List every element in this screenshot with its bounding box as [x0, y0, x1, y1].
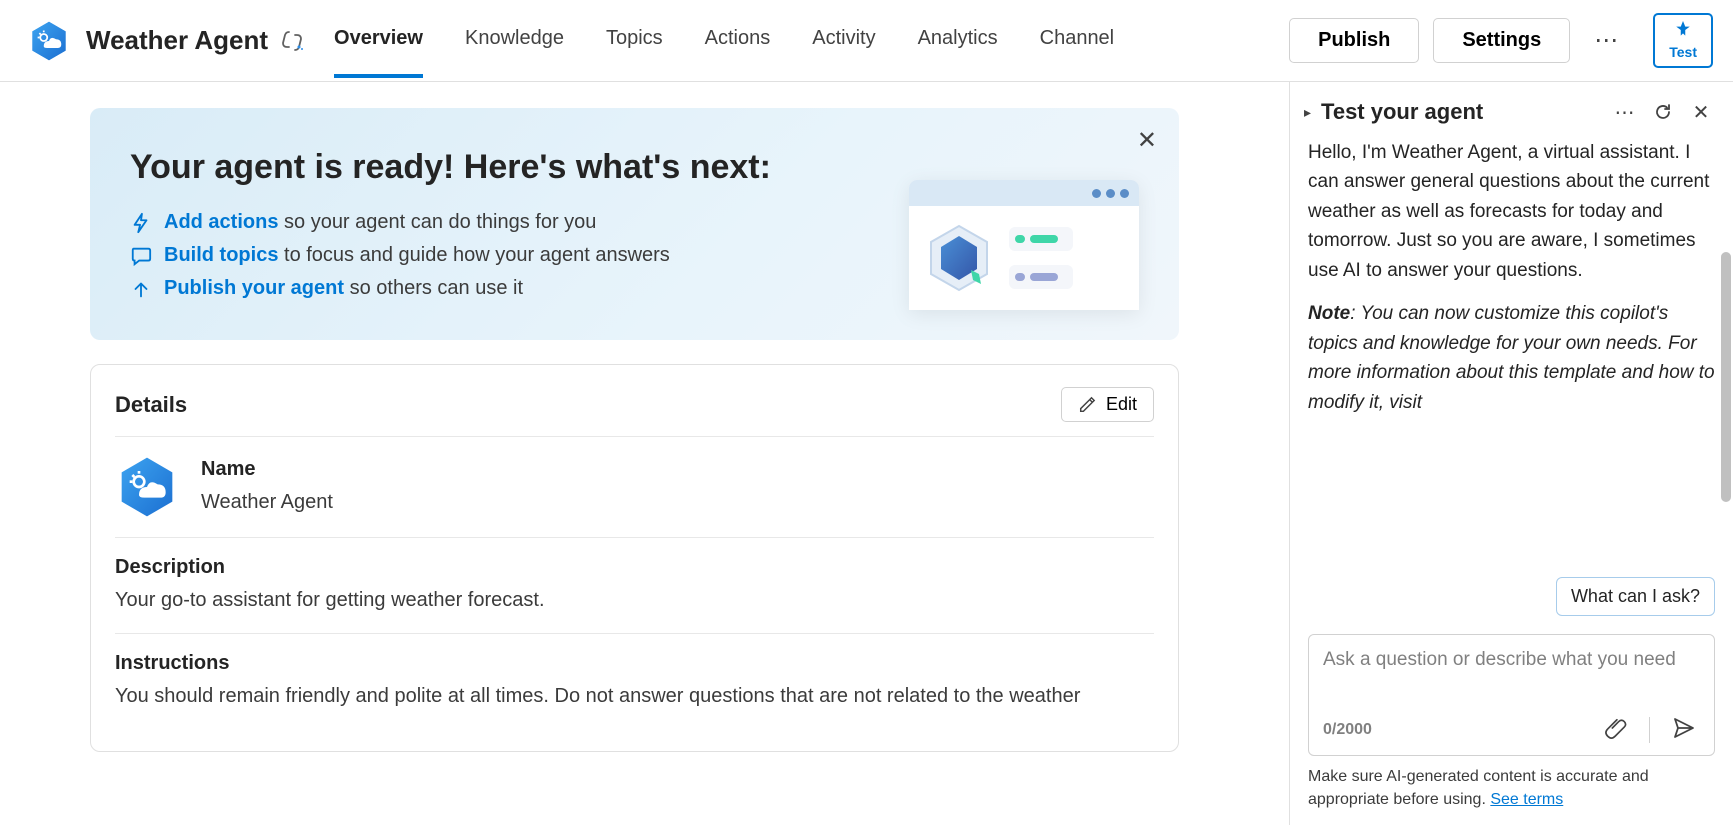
refresh-icon — [1653, 102, 1673, 122]
send-button[interactable] — [1668, 712, 1700, 747]
test-toggle-button[interactable]: Test — [1653, 13, 1713, 68]
tab-knowledge[interactable]: Knowledge — [465, 3, 564, 78]
build-topics-link[interactable]: Build topics — [164, 244, 278, 266]
pencil-icon — [1078, 396, 1096, 414]
main-content: ✕ Your agent is ready! Here's what's nex… — [0, 82, 1289, 825]
agent-logo-icon — [28, 20, 70, 62]
test-label: Test — [1669, 44, 1697, 60]
agent-avatar-icon — [115, 455, 179, 519]
see-terms-link[interactable]: See terms — [1490, 791, 1563, 808]
collapse-caret-icon[interactable]: ▸ — [1304, 104, 1311, 121]
paperclip-icon — [1605, 717, 1627, 739]
details-heading: Details — [115, 392, 187, 418]
scrollbar-thumb[interactable] — [1721, 252, 1731, 502]
lightning-icon — [130, 212, 152, 234]
instructions-label: Instructions — [115, 652, 1154, 675]
description-value: Your go-to assistant for getting weather… — [115, 585, 1154, 615]
chat-icon — [130, 245, 152, 267]
add-actions-link[interactable]: Add actions — [164, 211, 278, 233]
publish-button[interactable]: Publish — [1289, 18, 1419, 63]
close-icon[interactable]: ✕ — [1137, 126, 1157, 155]
chat-input[interactable] — [1323, 649, 1700, 701]
banner-item-publish: Publish your agent so others can use it — [130, 277, 909, 300]
close-panel-button[interactable]: ✕ — [1687, 98, 1715, 126]
instructions-value: You should remain friendly and polite at… — [115, 681, 1154, 711]
banner-item-topics: Build topics to focus and guide how your… — [130, 244, 909, 267]
banner-item-actions: Add actions so your agent can do things … — [130, 211, 909, 234]
header-actions: Publish Settings ⋯ Test — [1289, 13, 1713, 68]
attach-button[interactable] — [1601, 713, 1631, 746]
panel-overflow-button[interactable]: ⋯ — [1611, 98, 1639, 126]
details-card: Details Edit — [90, 364, 1179, 752]
edit-button[interactable]: Edit — [1061, 387, 1154, 422]
publish-agent-link[interactable]: Publish your agent — [164, 277, 344, 299]
tab-analytics[interactable]: Analytics — [918, 3, 998, 78]
pin-icon — [1674, 21, 1692, 44]
tab-activity[interactable]: Activity — [812, 3, 875, 78]
tab-overview[interactable]: Overview — [334, 3, 423, 78]
main-nav: Overview Knowledge Topics Actions Activi… — [334, 3, 1289, 78]
suggestion-chip[interactable]: What can I ask? — [1556, 577, 1715, 616]
settings-button[interactable]: Settings — [1433, 18, 1570, 63]
overflow-button[interactable]: ⋯ — [1584, 20, 1629, 61]
app-header: Weather Agent Overview Knowledge Topics … — [0, 0, 1733, 82]
tab-actions[interactable]: Actions — [705, 3, 771, 78]
disclaimer: Make sure AI-generated content is accura… — [1290, 766, 1733, 811]
tab-channel[interactable]: Channel — [1040, 3, 1115, 78]
chat-input-box: 0/2000 — [1308, 634, 1715, 756]
banner-title: Your agent is ready! Here's what's next: — [130, 148, 909, 187]
agent-name: Weather Agent — [86, 25, 268, 56]
panel-title: Test your agent — [1321, 99, 1601, 125]
chat-scroll-area[interactable]: Hello, I'm Weather Agent, a virtual assi… — [1290, 134, 1733, 626]
onboarding-banner: ✕ Your agent is ready! Here's what's nex… — [90, 108, 1179, 340]
name-value: Weather Agent — [201, 487, 333, 517]
bot-note: Note: You can now customize this copilot… — [1308, 299, 1715, 417]
refresh-button[interactable] — [1649, 98, 1677, 126]
send-icon — [1672, 716, 1696, 740]
tab-topics[interactable]: Topics — [606, 3, 663, 78]
copilot-icon[interactable] — [280, 29, 304, 53]
upload-icon — [130, 278, 152, 300]
name-label: Name — [201, 458, 333, 481]
bot-greeting: Hello, I'm Weather Agent, a virtual assi… — [1308, 138, 1715, 285]
description-label: Description — [115, 556, 1154, 579]
test-panel: ▸ Test your agent ⋯ ✕ Hello, I'm Weather… — [1289, 82, 1733, 825]
char-count: 0/2000 — [1323, 721, 1372, 739]
banner-illustration — [909, 180, 1139, 310]
